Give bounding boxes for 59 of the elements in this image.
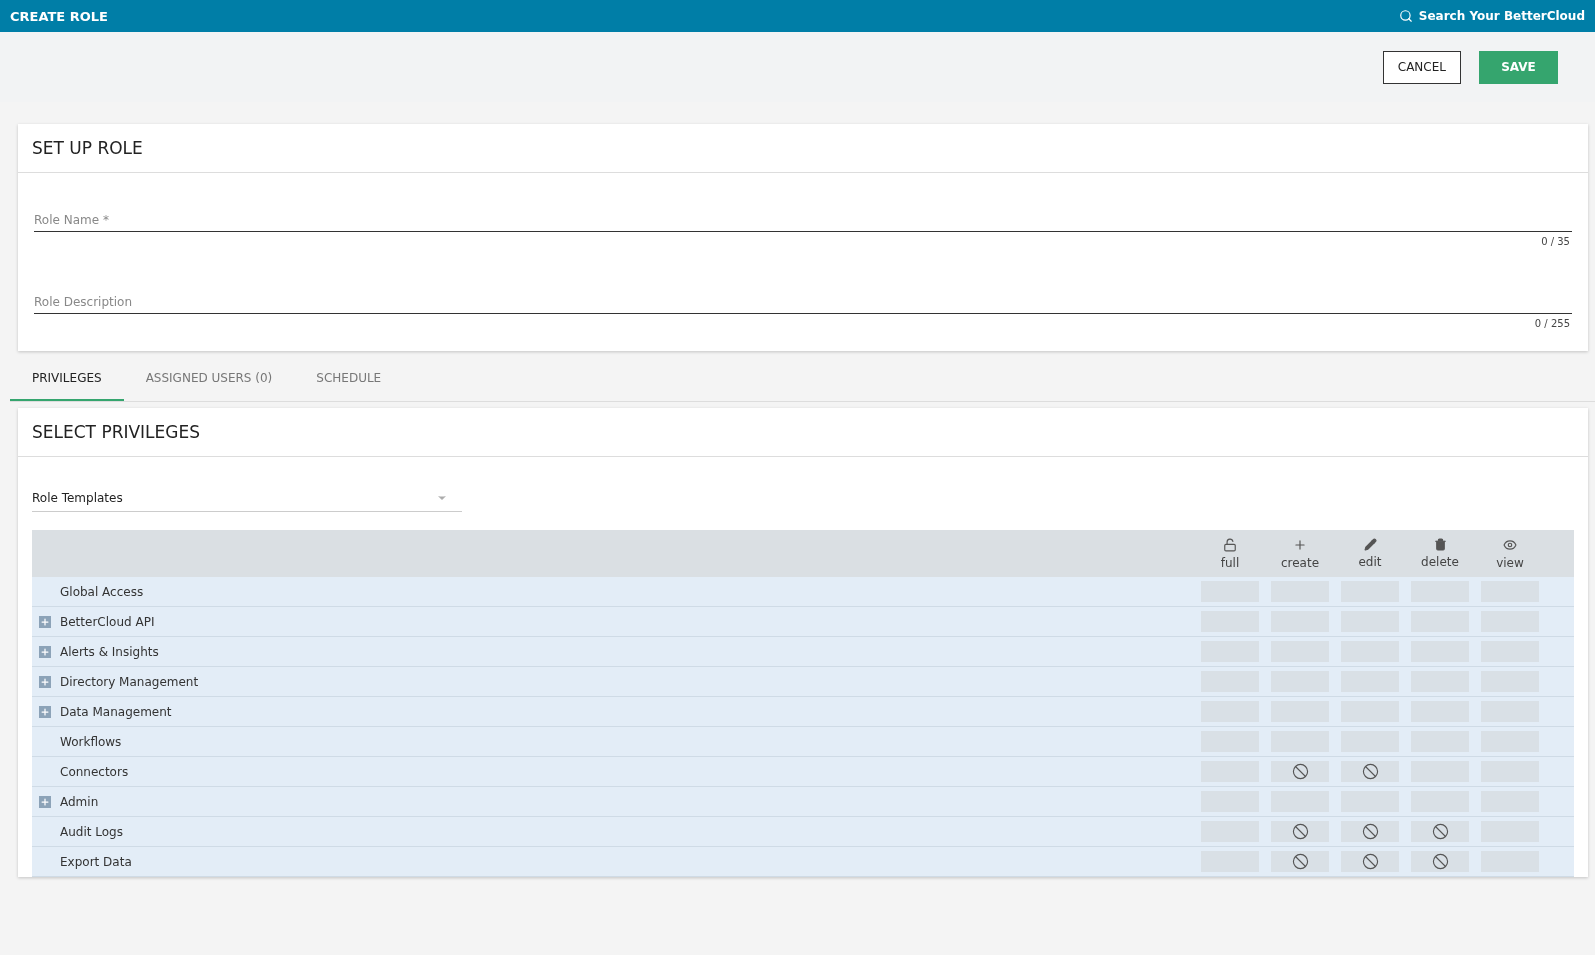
permission-toggle[interactable] bbox=[1271, 851, 1329, 872]
expand-button[interactable] bbox=[39, 675, 51, 688]
privilege-name: Global Access bbox=[60, 584, 145, 599]
privilege-name: Data Management bbox=[60, 704, 173, 719]
trash-icon bbox=[1433, 538, 1447, 551]
expand-button[interactable] bbox=[39, 705, 51, 718]
column-header: delete bbox=[1421, 555, 1459, 569]
tab[interactable]: PRIVILEGES bbox=[10, 357, 124, 401]
pencil-icon bbox=[1363, 538, 1377, 551]
column-header: edit bbox=[1358, 555, 1382, 569]
permission-toggle[interactable] bbox=[1411, 851, 1469, 872]
privilege-name: BetterCloud API bbox=[60, 614, 156, 629]
blocked-icon bbox=[1361, 763, 1379, 780]
character-counter: 0 / 255 bbox=[1534, 318, 1570, 329]
search-link[interactable]: Search Your BetterCloud bbox=[1398, 9, 1585, 23]
permission-toggle[interactable] bbox=[1341, 761, 1399, 782]
role-templates-dropdown[interactable]: Role Templates bbox=[32, 485, 462, 512]
column-header: view bbox=[1496, 555, 1524, 570]
permission-toggle[interactable] bbox=[1271, 761, 1329, 782]
expand-button[interactable] bbox=[39, 615, 51, 628]
save-button[interactable]: SAVE bbox=[1479, 50, 1558, 84]
blocked-icon bbox=[1361, 823, 1379, 840]
column-header: full bbox=[1220, 555, 1240, 570]
blocked-icon bbox=[1361, 853, 1379, 870]
tab[interactable]: SCHEDULE bbox=[294, 357, 404, 401]
privilege-name: Workflows bbox=[60, 734, 123, 749]
plus-icon bbox=[40, 646, 50, 657]
privilege-name: Directory Management bbox=[60, 674, 200, 689]
privilege-name: Connectors bbox=[60, 764, 130, 779]
permission-toggle[interactable] bbox=[1411, 821, 1469, 842]
privilege-name: Audit Logs bbox=[60, 824, 124, 839]
cancel-button[interactable]: CANCEL bbox=[1382, 50, 1461, 84]
plus-icon bbox=[40, 706, 50, 717]
lock-icon bbox=[1223, 537, 1237, 552]
tab[interactable]: ASSIGNED USERS (0) bbox=[123, 357, 295, 401]
blocked-icon bbox=[1291, 763, 1309, 780]
character-counter: 0 / 35 bbox=[1541, 236, 1570, 247]
blocked-icon bbox=[1291, 823, 1309, 840]
expand-button[interactable] bbox=[39, 645, 51, 658]
column-header: create bbox=[1280, 555, 1320, 570]
blocked-icon bbox=[1431, 823, 1449, 840]
card-title: SET UP ROLE bbox=[18, 124, 1588, 173]
blocked-icon bbox=[1291, 853, 1309, 870]
permission-toggle[interactable] bbox=[1271, 821, 1329, 842]
plus-icon bbox=[40, 676, 50, 687]
card-title: SELECT PRIVILEGES bbox=[18, 408, 1588, 457]
plus-icon bbox=[40, 796, 50, 807]
blocked-icon bbox=[1431, 853, 1449, 870]
permission-toggle[interactable] bbox=[1341, 821, 1399, 842]
search-icon bbox=[1398, 9, 1413, 23]
eye-icon bbox=[1503, 537, 1517, 552]
privilege-name: Export Data bbox=[60, 854, 133, 869]
expand-button[interactable] bbox=[39, 795, 51, 808]
privilege-name: Alerts & Insights bbox=[60, 644, 160, 659]
permission-toggle[interactable] bbox=[1341, 851, 1399, 872]
plus-icon bbox=[1293, 537, 1307, 552]
plus-icon bbox=[40, 616, 50, 627]
privilege-name: Admin bbox=[60, 794, 100, 809]
page-title: CREATE ROLE bbox=[10, 8, 108, 24]
